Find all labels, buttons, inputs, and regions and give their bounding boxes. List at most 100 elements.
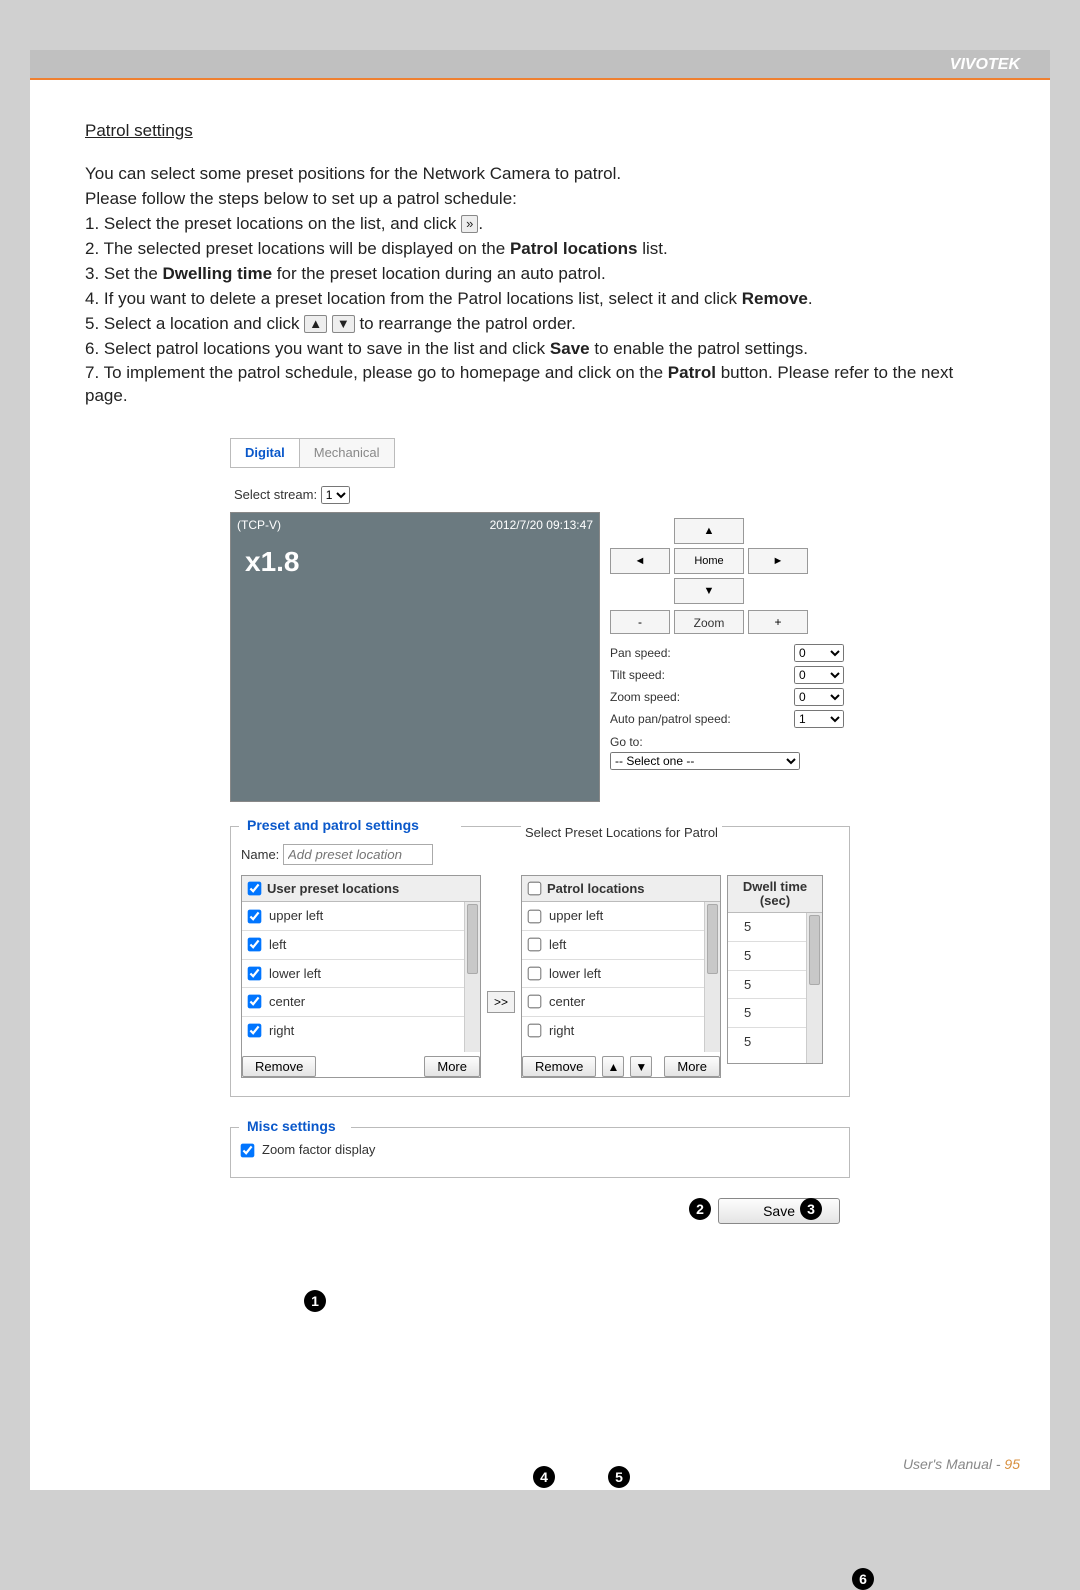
intro-line-1: You can select some preset positions for… xyxy=(85,163,995,186)
zoom-label: Zoom xyxy=(674,610,744,634)
preset-name-input[interactable] xyxy=(283,844,433,865)
callout-4: 4 xyxy=(533,1466,555,1488)
preset-item-checkbox[interactable] xyxy=(248,995,262,1009)
misc-legend: Misc settings xyxy=(241,1117,342,1136)
ptz-controls: ▲ ◄ Home ► ▼ - Zoom + Pan speed: 0 xyxy=(610,512,850,802)
preset-patrol-legend: Preset and patrol settings xyxy=(241,816,425,835)
preset-patrol-fieldset: Preset and patrol settings Select Preset… xyxy=(230,826,850,1098)
patrol-item-checkbox[interactable] xyxy=(528,966,542,980)
pan-right-button[interactable]: ► xyxy=(748,548,808,574)
patrol-remove-button[interactable]: Remove xyxy=(522,1056,596,1077)
preset-item-checkbox[interactable] xyxy=(248,966,262,980)
home-button[interactable]: Home xyxy=(674,548,744,574)
header-bar: VIVOTEK xyxy=(30,50,1050,80)
zoom-factor-label: Zoom factor display xyxy=(262,1141,375,1159)
step-3: 3. Set the Dwelling time for the preset … xyxy=(85,263,995,286)
zoom-in-button[interactable]: + xyxy=(748,610,808,634)
tab-mechanical[interactable]: Mechanical xyxy=(299,439,394,468)
video-timestamp: 2012/7/20 09:13:47 xyxy=(490,517,593,533)
zoom-factor-checkbox[interactable] xyxy=(241,1143,255,1157)
select-patrol-label: Select Preset Locations for Patrol xyxy=(521,824,722,842)
name-label: Name: xyxy=(241,847,279,862)
intro-line-2: Please follow the steps below to set up … xyxy=(85,188,995,211)
preset-select-all-checkbox[interactable] xyxy=(248,882,262,896)
transfer-icon: » xyxy=(461,215,478,233)
pan-speed-select[interactable]: 0 xyxy=(794,644,844,662)
preset-remove-button[interactable]: Remove xyxy=(242,1056,316,1077)
patrol-header: Patrol locations xyxy=(547,880,645,898)
tilt-speed-select[interactable]: 0 xyxy=(794,666,844,684)
reorder-down-button[interactable]: ▼ xyxy=(630,1056,652,1077)
section-title: Patrol settings xyxy=(85,120,995,143)
footer-page: 95 xyxy=(1004,1456,1020,1472)
video-zoom-factor: x1.8 xyxy=(245,543,300,581)
step-6: 6. Select patrol locations you want to s… xyxy=(85,338,995,361)
patrol-locations-list: Patrol locations upper left left lower l… xyxy=(521,875,721,1079)
instructions: You can select some preset positions for… xyxy=(85,163,995,408)
goto-select[interactable]: -- Select one -- xyxy=(610,752,800,770)
tilt-up-button[interactable]: ▲ xyxy=(674,518,744,544)
list-item[interactable]: right xyxy=(269,1022,294,1040)
brand: VIVOTEK xyxy=(950,56,1020,74)
step-2: 2. The selected preset locations will be… xyxy=(85,238,995,261)
reorder-up-button[interactable]: ▲ xyxy=(602,1056,624,1077)
patrol-item-checkbox[interactable] xyxy=(528,1024,542,1038)
list-item[interactable]: center xyxy=(269,993,305,1011)
dwell-header-2: (sec) xyxy=(760,894,790,908)
callout-1: 1 xyxy=(304,1290,326,1312)
patrol-item-checkbox[interactable] xyxy=(528,995,542,1009)
list-item[interactable]: right xyxy=(549,1022,574,1040)
zoom-out-button[interactable]: - xyxy=(610,610,670,634)
list-item[interactable]: center xyxy=(549,993,585,1011)
step-5: 5. Select a location and click ▲ ▼ to re… xyxy=(85,313,995,336)
step-1: 1. Select the preset locations on the li… xyxy=(85,213,995,236)
auto-speed-label: Auto pan/patrol speed: xyxy=(610,711,731,727)
list-item[interactable]: left xyxy=(269,936,286,954)
footer-label: User's Manual - xyxy=(903,1456,1004,1472)
list-item[interactable]: lower left xyxy=(269,965,321,983)
transfer-button[interactable]: >> xyxy=(487,991,515,1013)
preset-item-checkbox[interactable] xyxy=(248,909,262,923)
list-item[interactable]: upper left xyxy=(549,907,603,925)
user-preset-header: User preset locations xyxy=(267,880,399,898)
auto-speed-select[interactable]: 1 xyxy=(794,710,844,728)
tabs: Digital Mechanical xyxy=(230,438,395,468)
patrol-more-button[interactable]: More xyxy=(664,1056,720,1077)
list-item[interactable]: lower left xyxy=(549,965,601,983)
step-7: 7. To implement the patrol schedule, ple… xyxy=(85,362,995,408)
step-4: 4. If you want to delete a preset locati… xyxy=(85,288,995,311)
tilt-speed-label: Tilt speed: xyxy=(610,667,665,683)
pan-left-button[interactable]: ◄ xyxy=(610,548,670,574)
dwell-time-list: Dwell time(sec) 5 5 5 5 5 xyxy=(727,875,823,1065)
tilt-down-button[interactable]: ▼ xyxy=(674,578,744,604)
down-arrow-icon: ▼ xyxy=(332,315,355,333)
patrol-select-all-checkbox[interactable] xyxy=(528,882,542,896)
callout-6: 6 xyxy=(852,1568,874,1590)
dwell-header-1: Dwell time xyxy=(743,880,807,894)
preset-item-checkbox[interactable] xyxy=(248,1024,262,1038)
scrollbar[interactable] xyxy=(704,902,720,1052)
patrol-item-checkbox[interactable] xyxy=(528,938,542,952)
list-item[interactable]: upper left xyxy=(269,907,323,925)
preset-item-checkbox[interactable] xyxy=(248,938,262,952)
user-preset-list: User preset locations upper left left lo… xyxy=(241,875,481,1079)
stream-row: Select stream: 1 xyxy=(234,486,850,504)
video-protocol: (TCP-V) xyxy=(237,517,281,533)
video-preview: (TCP-V) 2012/7/20 09:13:47 x1.8 xyxy=(230,512,600,802)
misc-settings-fieldset: Misc settings Zoom factor display xyxy=(230,1127,850,1178)
stream-label: Select stream: xyxy=(234,487,317,502)
pan-speed-label: Pan speed: xyxy=(610,645,671,661)
list-item[interactable]: left xyxy=(549,936,566,954)
zoom-factor-option[interactable]: Zoom factor display xyxy=(241,1141,839,1159)
page-footer: User's Manual - 95 xyxy=(903,1456,1020,1472)
stream-select[interactable]: 1 xyxy=(321,486,350,504)
scrollbar[interactable] xyxy=(464,902,480,1052)
tab-digital[interactable]: Digital xyxy=(231,439,300,468)
zoom-speed-select[interactable]: 0 xyxy=(794,688,844,706)
up-arrow-icon: ▲ xyxy=(304,315,327,333)
settings-panel: Digital Mechanical Select stream: 1 (TCP… xyxy=(230,438,850,1224)
scrollbar[interactable] xyxy=(806,913,822,1063)
goto-label: Go to: xyxy=(610,734,850,750)
preset-more-button[interactable]: More xyxy=(424,1056,480,1077)
patrol-item-checkbox[interactable] xyxy=(528,909,542,923)
